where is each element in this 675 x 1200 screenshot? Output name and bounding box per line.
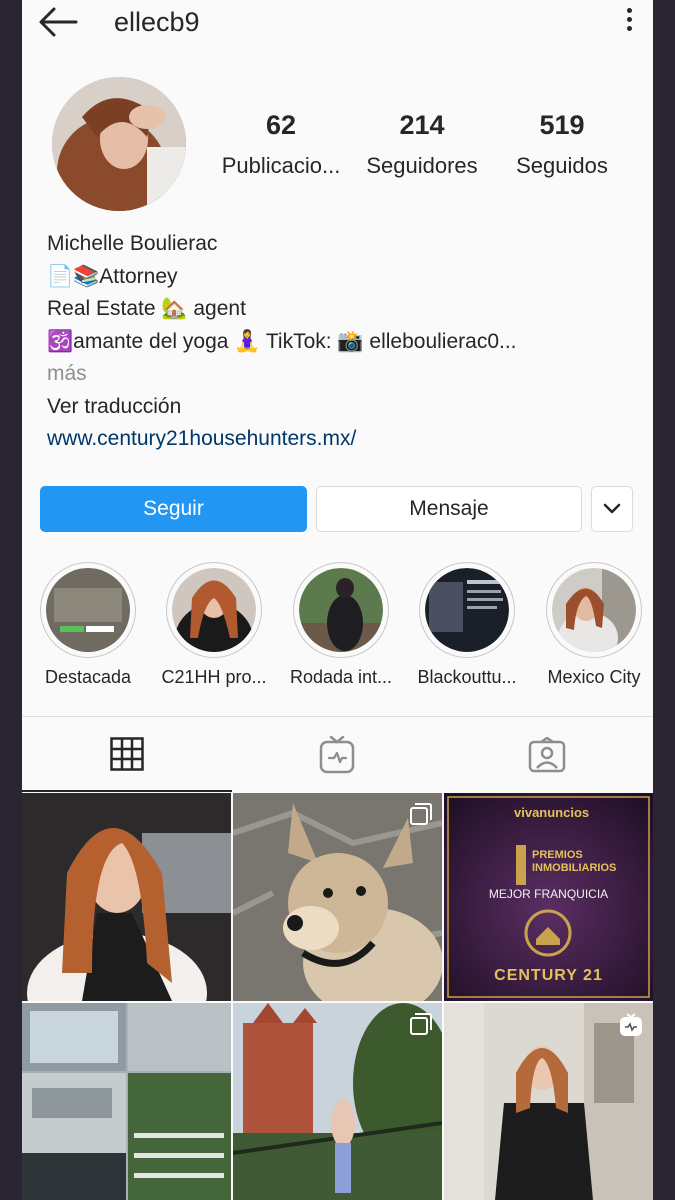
bio: Michelle Boulierac 📄📚Attorney Real Estat… <box>47 228 637 456</box>
highlight-name: Mexico City <box>547 667 641 687</box>
carousel-icon <box>410 803 432 825</box>
highlight-item[interactable]: Blackouttu... <box>417 562 517 688</box>
stat-posts[interactable]: 62 Publicacio... <box>216 110 346 179</box>
post3-award: PREMIOS INMOBILIARIOS <box>532 849 617 874</box>
grid-post[interactable] <box>22 793 231 1001</box>
tab-posts-grid[interactable] <box>22 717 232 792</box>
highlight-ring <box>546 562 642 658</box>
highlight-name: Destacada <box>44 667 132 687</box>
tab-tagged[interactable] <box>442 717 652 792</box>
highlight-item[interactable]: C21HH pro... <box>161 562 267 688</box>
more-options-icon[interactable] <box>623 8 635 38</box>
bio-line-2: Real Estate 🏡 agent <box>47 297 246 320</box>
followers-count: 214 <box>399 110 445 140</box>
profile-tabs <box>22 716 653 792</box>
post3-category: MEJOR FRANQUICIA <box>488 887 609 901</box>
post3-brand: CENTURY 21 <box>494 967 603 984</box>
highlight-ring <box>293 562 389 658</box>
highlight-cover <box>552 568 636 652</box>
highlight-cover <box>299 568 383 652</box>
highlight-item[interactable]: Destacada <box>40 562 136 688</box>
followers-label: Seguidores <box>366 153 478 178</box>
stat-following[interactable]: 519 Seguidos <box>506 110 618 179</box>
stat-followers[interactable]: 214 Seguidores <box>362 110 482 179</box>
back-arrow-icon[interactable] <box>36 4 80 40</box>
profile-screen: ellecb9 62 Publicacio... 214 Seguidores … <box>22 0 653 1200</box>
following-count: 519 <box>539 110 585 140</box>
profile-display-name: Michelle Boulierac <box>47 232 218 255</box>
carousel-icon <box>410 1013 432 1035</box>
grid-post[interactable] <box>233 1003 442 1200</box>
message-button[interactable]: Mensaje <box>316 486 582 532</box>
grid-post[interactable] <box>444 1003 653 1200</box>
posts-count: 62 <box>265 110 297 140</box>
grid-post[interactable]: vivanuncios PREMIOS INMOBILIARIOS MEJOR … <box>444 793 653 1001</box>
highlight-ring <box>166 562 262 658</box>
avatar[interactable] <box>52 77 186 211</box>
post3-brand-top: vivanuncios <box>514 805 590 820</box>
bio-more-link[interactable]: más <box>47 358 637 391</box>
follow-button[interactable]: Seguir <box>40 486 307 532</box>
posts-label: Publicacio... <box>221 153 341 178</box>
highlight-ring <box>419 562 515 658</box>
highlight-item[interactable]: Mexico City <box>546 562 642 688</box>
grid-icon <box>110 736 144 771</box>
chevron-down-icon <box>603 503 621 514</box>
bio-line-3: 🕉️amante del yoga 🧘‍♀️ TikTok: 📸 ellebou… <box>47 329 517 353</box>
following-label: Seguidos <box>516 153 608 178</box>
tab-igtv[interactable] <box>232 717 442 792</box>
bio-line-1: 📄📚Attorney <box>47 264 178 288</box>
grid-post[interactable] <box>22 1003 231 1200</box>
highlight-cover <box>46 568 130 652</box>
tagged-icon <box>528 736 566 772</box>
highlight-ring <box>40 562 136 658</box>
website-link[interactable]: www.century21househunters.mx/ <box>47 423 637 456</box>
suggested-dropdown-button[interactable] <box>591 486 633 532</box>
grid-post[interactable] <box>233 793 442 1001</box>
highlight-item[interactable]: Rodada int... <box>290 562 392 688</box>
igtv-badge-icon <box>620 1013 642 1036</box>
igtv-icon <box>319 735 355 773</box>
highlight-name: Rodada int... <box>289 667 393 687</box>
highlight-name: C21HH pro... <box>161 667 267 687</box>
see-translation-link[interactable]: Ver traducción <box>47 391 637 424</box>
highlight-cover <box>425 568 509 652</box>
profile-username: ellecb9 <box>114 7 200 37</box>
top-bar: ellecb9 <box>22 0 653 50</box>
highlight-cover <box>172 568 256 652</box>
highlight-name: Blackouttu... <box>417 667 517 687</box>
